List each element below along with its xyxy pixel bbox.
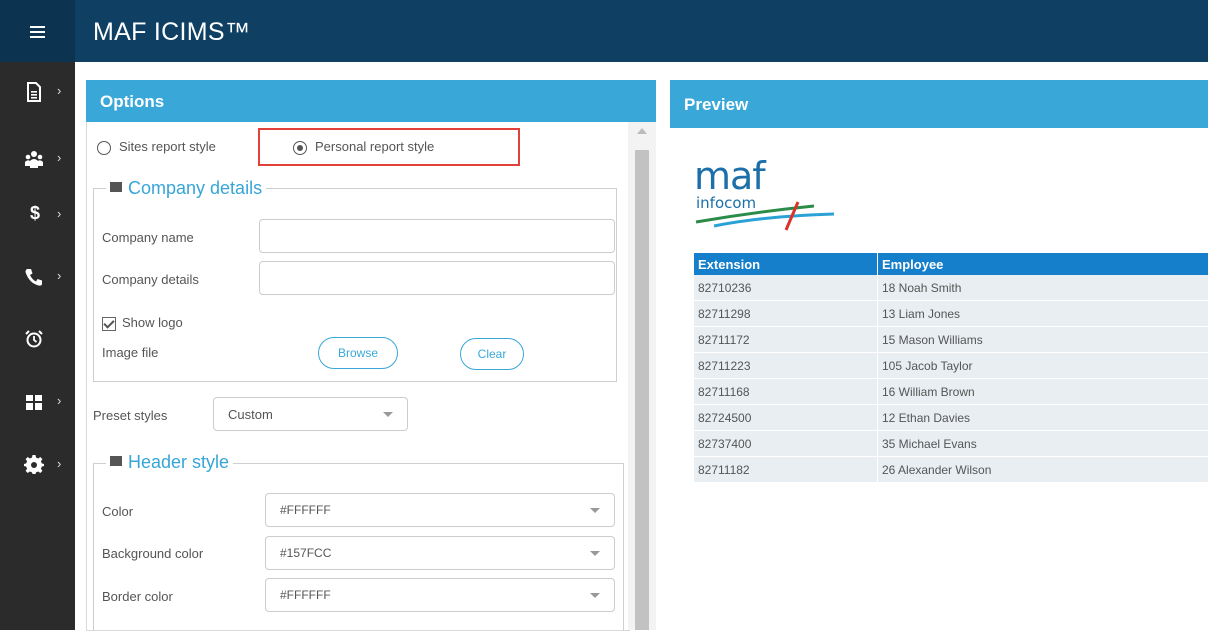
nav-item-reports[interactable]: ›: [0, 70, 75, 114]
employee-cell: 18 Noah Smith: [878, 275, 1208, 301]
nav-item-users[interactable]: ›: [0, 137, 75, 181]
extension-cell: 82711182: [694, 457, 878, 483]
chevron-down-icon: [590, 593, 600, 598]
extension-cell: 82724500: [694, 405, 878, 431]
hamburger-menu-button[interactable]: [0, 0, 75, 62]
options-header: Options: [86, 80, 656, 122]
nav-item-alarms[interactable]: [0, 317, 75, 361]
table-row: 8273740035 Michael Evans: [694, 431, 1208, 457]
extension-cell: 82737400: [694, 431, 878, 457]
hamburger-icon: [30, 26, 45, 28]
chevron-right-icon: ›: [57, 150, 61, 165]
report-icon: [24, 82, 44, 102]
preview-header: Preview: [670, 80, 1208, 128]
browse-button[interactable]: Browse: [318, 337, 398, 369]
table-row: 8271116816 William Brown: [694, 379, 1208, 405]
color-select[interactable]: #FFFFFF: [265, 493, 615, 527]
extension-cell: 82711172: [694, 327, 878, 353]
left-nav: › › $ › ›: [0, 62, 75, 630]
phone-icon: [24, 267, 44, 287]
clear-button[interactable]: Clear: [460, 338, 524, 370]
employee-cell: 12 Ethan Davies: [878, 405, 1208, 431]
chevron-down-icon: [383, 412, 393, 417]
users-icon: [24, 149, 44, 169]
radio-sites-report-style[interactable]: Sites report style: [97, 139, 216, 155]
radio-button[interactable]: [97, 141, 111, 155]
checkbox-checked-icon[interactable]: [102, 317, 116, 331]
chevron-right-icon: ›: [57, 393, 61, 408]
scroll-up-arrow-icon[interactable]: [637, 128, 647, 134]
logo-swoosh-icon: [694, 154, 834, 244]
gear-icon: [24, 455, 44, 475]
preview-table: Extension Employee 8271023618 Noah Smith…: [694, 253, 1208, 483]
preview-title: Preview: [684, 95, 748, 115]
chevron-right-icon: ›: [57, 456, 61, 471]
employee-cell: 105 Jacob Taylor: [878, 353, 1208, 379]
company-name-input[interactable]: [259, 219, 615, 253]
dollar-icon: $: [30, 203, 50, 223]
chevron-down-icon: [590, 551, 600, 556]
company-details-legend[interactable]: Company details: [106, 178, 266, 199]
extension-cell: 82710236: [694, 275, 878, 301]
nav-item-billing[interactable]: $ ›: [0, 193, 75, 237]
color-label: Color: [102, 504, 133, 519]
table-row: 82711223105 Jacob Taylor: [694, 353, 1208, 379]
collapse-icon[interactable]: [110, 456, 122, 466]
column-header-extension: Extension: [694, 253, 878, 275]
company-logo: maf infocom: [694, 154, 834, 244]
image-file-label: Image file: [102, 345, 158, 360]
nav-item-calls[interactable]: ›: [0, 255, 75, 299]
table-row: 8271117215 Mason Williams: [694, 327, 1208, 353]
extension-cell: 82711168: [694, 379, 878, 405]
nav-item-settings[interactable]: ›: [0, 443, 75, 487]
border-color-select[interactable]: #FFFFFF: [265, 578, 615, 612]
column-header-employee: Employee: [878, 253, 1208, 275]
employee-cell: 15 Mason Williams: [878, 327, 1208, 353]
preview-panel: Preview maf infocom Extension Employee 8…: [670, 80, 1208, 630]
app-title: MAF ICIMS™: [93, 18, 250, 47]
widgets-icon: [24, 392, 44, 412]
table-row: 8271118226 Alexander Wilson: [694, 457, 1208, 483]
nav-item-widgets[interactable]: ›: [0, 380, 75, 424]
header-style-legend[interactable]: Header style: [106, 452, 233, 473]
preview-body: maf infocom Extension Employee 827102361…: [670, 128, 1208, 630]
employee-cell: 26 Alexander Wilson: [878, 457, 1208, 483]
chevron-right-icon: ›: [57, 206, 61, 221]
preset-styles-label: Preset styles: [93, 408, 167, 423]
company-details-input[interactable]: [259, 261, 615, 295]
extension-cell: 82711298: [694, 301, 878, 327]
alarm-clock-icon: [24, 329, 44, 349]
table-row: 8271023618 Noah Smith: [694, 275, 1208, 301]
table-header-row: Extension Employee: [694, 253, 1208, 275]
chevron-right-icon: ›: [57, 268, 61, 283]
table-row: 8272450012 Ethan Davies: [694, 405, 1208, 431]
company-details-label: Company details: [102, 272, 199, 287]
preset-styles-select[interactable]: Custom: [213, 397, 408, 431]
table-row: 8271129813 Liam Jones: [694, 301, 1208, 327]
background-color-select[interactable]: #157FCC: [265, 536, 615, 570]
options-title: Options: [100, 92, 164, 112]
border-color-label: Border color: [102, 589, 173, 604]
show-logo-checkbox[interactable]: Show logo: [102, 315, 183, 331]
chevron-right-icon: ›: [57, 83, 61, 98]
extension-cell: 82711223: [694, 353, 878, 379]
employee-cell: 35 Michael Evans: [878, 431, 1208, 457]
company-name-label: Company name: [102, 230, 194, 245]
chevron-down-icon: [590, 508, 600, 513]
scroll-thumb[interactable]: [635, 150, 649, 630]
employee-cell: 16 William Brown: [878, 379, 1208, 405]
top-bar: MAF ICIMS™: [0, 0, 1208, 62]
employee-cell: 13 Liam Jones: [878, 301, 1208, 327]
highlight-annotation: [258, 128, 520, 166]
collapse-icon[interactable]: [110, 182, 122, 192]
background-color-label: Background color: [102, 546, 203, 561]
radio-label: Sites report style: [119, 139, 216, 154]
options-scrollbar[interactable]: [628, 122, 656, 630]
